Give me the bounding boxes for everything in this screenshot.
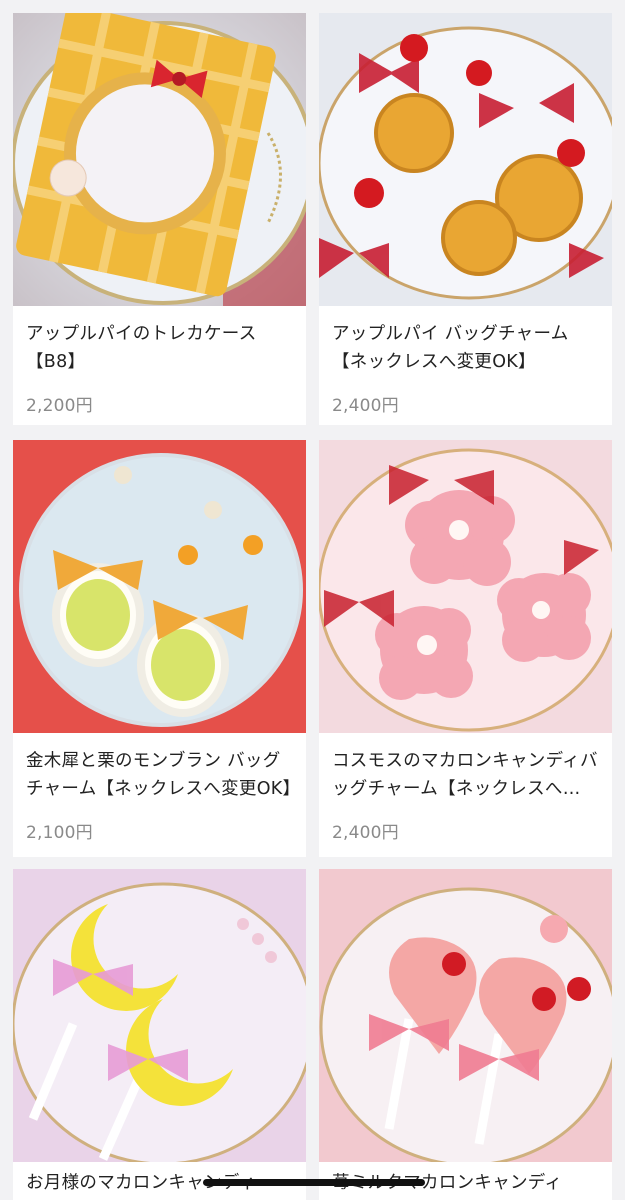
product-card[interactable]: 苺ミルクマカロンキャンディ [319,869,612,1200]
product-price: 2,400円 [332,396,399,416]
product-card[interactable]: 金木犀と栗のモンブラン バッグチャーム【ネックレスへ変更OK】 2,100円 [13,440,306,857]
product-card[interactable]: アップルパイ バッグチャーム【ネックレスへ変更OK】 2,400円 [319,13,612,425]
product-grid: アップルパイのトレカケース【B8】 2,200円 アップルパイ バッグチャーム【… [0,0,625,1200]
product-image-strawberry-milk-macaron-candy[interactable] [319,869,612,1162]
product-price: 2,100円 [26,823,93,843]
product-card[interactable]: コスモスのマカロンキャンディバッグチャーム【ネックレスへ… 2,400円 [319,440,612,857]
product-title[interactable]: アップルパイ バッグチャーム【ネックレスへ変更OK】 [332,320,602,376]
product-price: 2,400円 [332,823,399,843]
product-card[interactable]: アップルパイのトレカケース【B8】 2,200円 [13,13,306,425]
product-title[interactable]: コスモスのマカロンキャンディバッグチャーム【ネックレスへ… [332,747,602,803]
home-indicator[interactable] [203,1179,425,1186]
product-title[interactable]: 金木犀と栗のモンブラン バッグチャーム【ネックレスへ変更OK】 [26,747,296,803]
product-image-cosmos-macaron-candy[interactable] [319,440,612,733]
product-image-apple-pie-bag-charm[interactable] [319,13,612,306]
product-image-moon-macaron-candy[interactable] [13,869,306,1162]
product-image-montblanc-bag-charm[interactable] [13,440,306,733]
product-title[interactable]: アップルパイのトレカケース【B8】 [26,320,296,376]
product-image-apple-pie-card-case[interactable] [13,13,306,306]
product-card[interactable]: お月様のマカロンキャンディ [13,869,306,1200]
product-price: 2,200円 [26,396,93,416]
